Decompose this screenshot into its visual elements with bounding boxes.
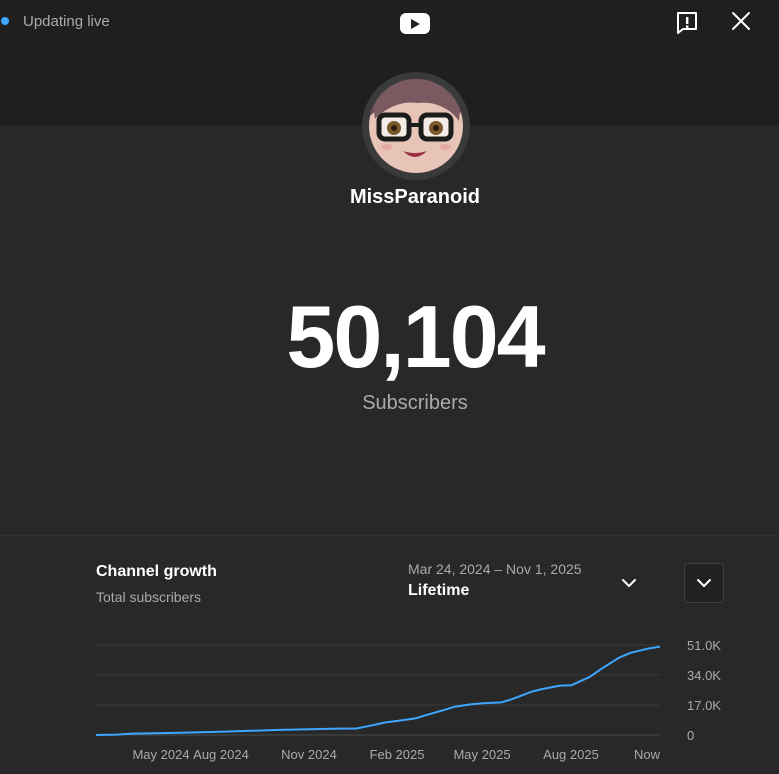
growth-chart: 0 17.0K 34.0K 51.0K May 2024 Aug 2024 Nov 2024… — [95, 638, 721, 762]
x-tick-label: Now — [634, 747, 661, 762]
subscriber-growth-line — [95, 645, 661, 736]
close-icon[interactable] — [730, 10, 752, 32]
x-tick-label: Nov 2024 — [281, 747, 337, 762]
y-tick-label: 0 — [687, 728, 694, 743]
channel-name: MissParanoid — [349, 186, 481, 208]
chevron-down-icon — [697, 579, 711, 587]
growth-title: Channel growth — [96, 563, 217, 580]
report-icon[interactable] — [676, 11, 698, 35]
x-tick-label: May 2025 — [453, 747, 510, 762]
x-tick-label: May 2024 — [132, 747, 189, 762]
live-dot-icon — [1, 17, 9, 25]
date-range: Mar 24, 2024 – Nov 1, 2025 — [408, 561, 582, 577]
youtube-logo-icon — [400, 13, 430, 34]
live-label: Updating live — [23, 12, 110, 30]
x-tick-label: Feb 2025 — [370, 747, 425, 762]
subscriber-count-label: Subscribers — [362, 392, 468, 414]
y-tick-label: 51.0K — [687, 638, 721, 653]
channel-avatar[interactable] — [369, 79, 463, 173]
chevron-down-icon[interactable] — [618, 572, 640, 594]
x-tick-label: Aug 2024 — [193, 747, 249, 762]
y-tick-label: 34.0K — [687, 668, 721, 683]
x-tick-label: Aug 2025 — [543, 747, 599, 762]
range-label: Lifetime — [408, 582, 470, 599]
live-indicator: Updating live — [0, 11, 110, 31]
growth-subtitle: Total subscribers — [96, 589, 202, 605]
subscriber-count: 50,104 — [286, 287, 545, 386]
expand-button[interactable] — [684, 563, 724, 603]
y-tick-label: 17.0K — [687, 698, 721, 713]
section-divider — [0, 535, 779, 536]
